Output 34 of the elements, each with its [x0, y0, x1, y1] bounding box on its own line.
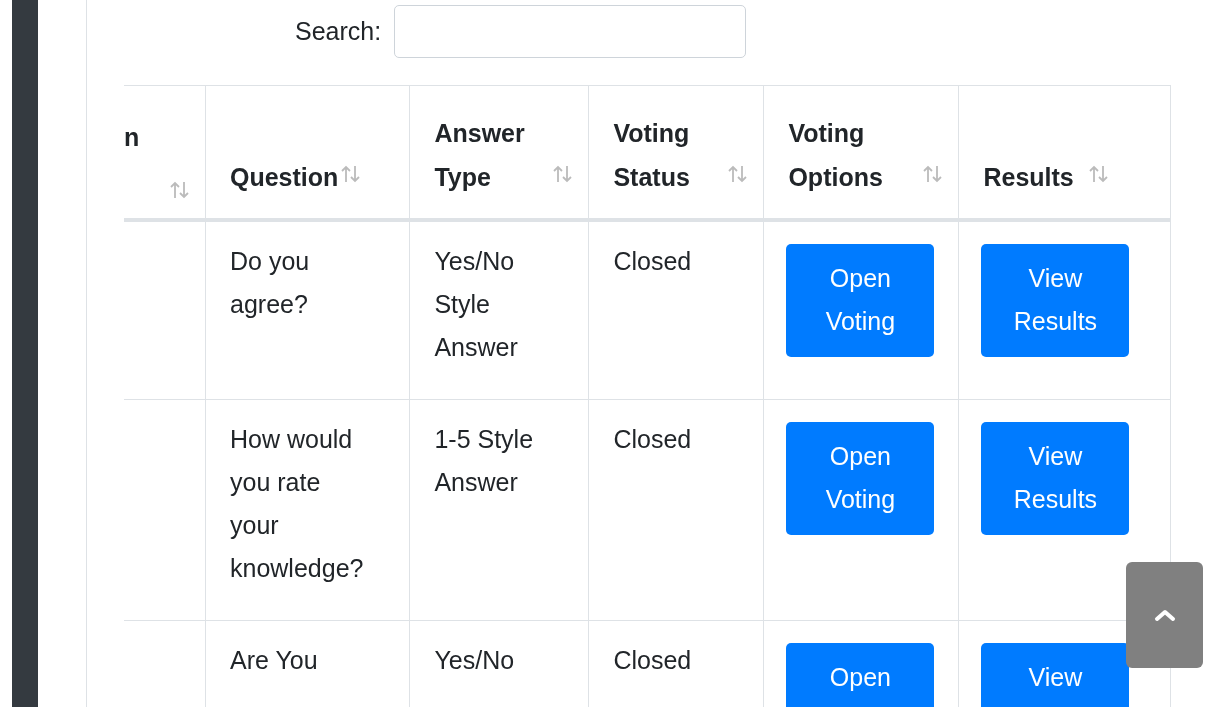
sort-icon[interactable] — [727, 163, 750, 184]
table-cell: Closed — [588, 399, 764, 620]
open-voting-button[interactable]: Open Voting — [786, 243, 935, 357]
open-voting-button[interactable]: Open Voting — [786, 421, 935, 535]
header-label: Voting Options — [788, 118, 884, 193]
column-header[interactable]: Voting Options — [763, 85, 959, 220]
open-voting-button[interactable]: Open — [786, 642, 935, 707]
chevron-up-icon — [1153, 608, 1176, 622]
view-results-button[interactable]: View — [981, 642, 1130, 707]
column-header[interactable]: Results — [958, 85, 1171, 220]
search-field[interactable] — [394, 5, 747, 58]
search-label: Search: — [295, 17, 382, 46]
header-label: Voting Status — [613, 118, 691, 193]
header-label: n — [124, 121, 140, 153]
header-label: Results — [983, 161, 1074, 193]
table-cell: Yes/No Style Answer — [409, 219, 589, 399]
column-header[interactable]: n — [124, 85, 206, 220]
sort-icon[interactable] — [552, 163, 575, 184]
sort-icon[interactable] — [340, 163, 363, 184]
column-header[interactable]: Answer Type — [409, 85, 589, 220]
view-results-button[interactable]: View Results — [981, 243, 1130, 357]
table-cell: 1-5 Style Answer — [409, 399, 589, 620]
header-label: Question — [230, 161, 339, 193]
table-cell: Do you agree? — [205, 219, 410, 399]
sort-icon[interactable] — [1087, 163, 1110, 184]
sort-icon[interactable] — [922, 163, 945, 184]
header-label: Answer Type — [434, 118, 526, 193]
column-header[interactable]: Voting Status — [588, 85, 764, 220]
column-header[interactable]: Question — [205, 85, 410, 220]
view-results-button[interactable]: View Results — [981, 421, 1130, 535]
table-cell: How would you rate your knowledge? — [205, 399, 410, 620]
scroll-to-top-button[interactable] — [1126, 562, 1203, 668]
sort-icon[interactable] — [169, 179, 191, 200]
table-cell: Closed — [588, 219, 764, 399]
